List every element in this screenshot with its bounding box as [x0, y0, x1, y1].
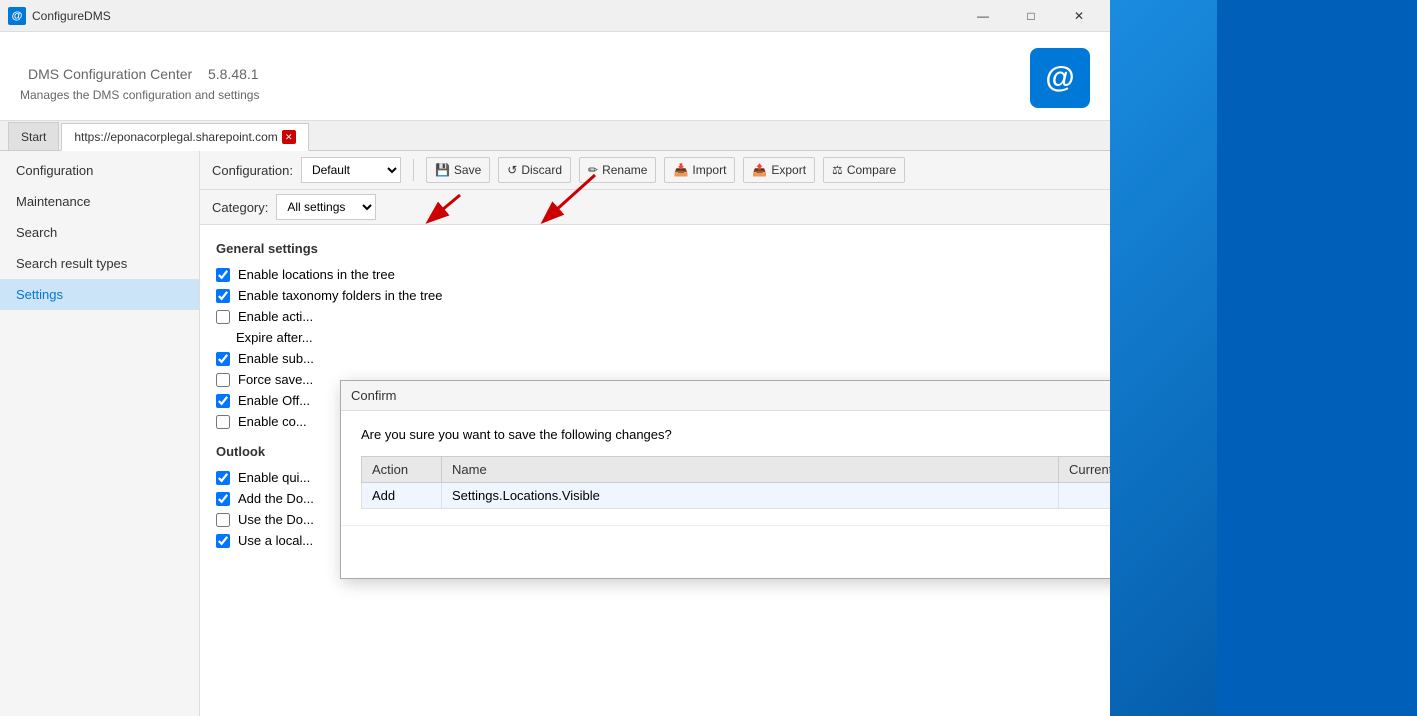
app-icon: @	[8, 7, 26, 25]
import-icon: 📥	[673, 163, 688, 177]
dialog-title-bar: Confirm — □ ✕	[341, 381, 1110, 411]
app-subtitle: Manages the DMS configuration and settin…	[20, 88, 259, 102]
tab-close-icon[interactable]: ✕	[282, 130, 296, 144]
dialog-question: Are you sure you want to save the follow…	[361, 427, 1110, 442]
toolbar-separator-1	[413, 159, 414, 181]
discard-button[interactable]: ↺ Discard	[498, 157, 571, 183]
setting-offline-checkbox[interactable]	[216, 394, 230, 408]
dialog-footer: OK Cancel	[341, 525, 1110, 578]
app-header: DMS Configuration Center 5.8.48.1 Manage…	[0, 32, 1110, 121]
dialog-content: Are you sure you want to save the follow…	[341, 411, 1110, 525]
table-row: Add Settings.Locations.Visible yes	[362, 483, 1111, 509]
setting-taxonomy-checkbox[interactable]	[216, 289, 230, 303]
export-icon: 📤	[752, 163, 767, 177]
setting-locations: Enable locations in the tree	[216, 264, 1094, 285]
sidebar-item-search[interactable]: Search	[0, 217, 199, 248]
setting-locations-checkbox[interactable]	[216, 268, 230, 282]
rename-icon: ✏	[588, 163, 598, 177]
setting-add-doc-checkbox[interactable]	[216, 492, 230, 506]
toolbar: Configuration: Default 💾 Save ↺ Discard	[200, 151, 1110, 190]
setting-activities: Enable acti...	[216, 306, 1094, 327]
setting-expire: Expire after...	[216, 327, 1094, 348]
config-select[interactable]: Default	[301, 157, 401, 183]
sidebar: Configuration Maintenance Search Search …	[0, 151, 200, 716]
col-name: Name	[442, 457, 1059, 483]
export-button[interactable]: 📤 Export	[743, 157, 815, 183]
setting-quick-checkbox[interactable]	[216, 471, 230, 485]
sidebar-item-search-result-types[interactable]: Search result types	[0, 248, 199, 279]
maximize-button[interactable]: □	[1008, 0, 1054, 32]
setting-force-save-checkbox[interactable]	[216, 373, 230, 387]
import-button[interactable]: 📥 Import	[664, 157, 735, 183]
category-label: Category:	[212, 200, 268, 215]
setting-taxonomy: Enable taxonomy folders in the tree	[216, 285, 1094, 306]
setting-activities-checkbox[interactable]	[216, 310, 230, 324]
col-current: Current value	[1059, 457, 1111, 483]
sidebar-item-settings[interactable]: Settings	[0, 279, 199, 310]
save-icon: 💾	[435, 163, 450, 177]
sidebar-item-configuration[interactable]: Configuration	[0, 155, 199, 186]
rename-button[interactable]: ✏ Rename	[579, 157, 656, 183]
setting-subfolders: Enable sub...	[216, 348, 1094, 369]
dialog-changes-table: Action Name Current value New value Add …	[361, 456, 1110, 509]
window-controls: — □ ✕	[960, 0, 1102, 32]
app-logo: @	[1030, 48, 1090, 108]
row-current-value	[1059, 483, 1111, 509]
tab-sharepoint[interactable]: https://eponacorplegal.sharepoint.com ✕	[61, 123, 308, 151]
general-settings-title: General settings	[216, 241, 1094, 256]
row-name: Settings.Locations.Visible	[442, 483, 1059, 509]
category-select[interactable]: All settings	[276, 194, 376, 220]
save-button[interactable]: 💾 Save	[426, 157, 490, 183]
tab-start[interactable]: Start	[8, 122, 59, 150]
category-row: Category: All settings	[200, 190, 1110, 225]
sidebar-item-maintenance[interactable]: Maintenance	[0, 186, 199, 217]
config-label: Configuration:	[212, 163, 293, 178]
window-title: ConfigureDMS	[32, 9, 960, 23]
app-title: DMS Configuration Center 5.8.48.1	[20, 54, 259, 86]
setting-use-local-checkbox[interactable]	[216, 534, 230, 548]
setting-comments-checkbox[interactable]	[216, 415, 230, 429]
compare-icon: ⚖	[832, 163, 843, 177]
col-action: Action	[362, 457, 442, 483]
minimize-button[interactable]: —	[960, 0, 1006, 32]
tab-bar: Start https://eponacorplegal.sharepoint.…	[0, 121, 1110, 151]
compare-button[interactable]: ⚖ Compare	[823, 157, 905, 183]
row-action: Add	[362, 483, 442, 509]
dialog-title: Confirm	[351, 388, 397, 403]
confirm-dialog: Confirm — □ ✕ Are you sure you want to s…	[340, 380, 1110, 579]
version-label: 5.8.48.1	[208, 66, 259, 82]
setting-subfolders-checkbox[interactable]	[216, 352, 230, 366]
close-button[interactable]: ✕	[1056, 0, 1102, 32]
discard-icon: ↺	[507, 163, 517, 177]
title-bar: @ ConfigureDMS — □ ✕	[0, 0, 1110, 32]
setting-use-doc-checkbox[interactable]	[216, 513, 230, 527]
